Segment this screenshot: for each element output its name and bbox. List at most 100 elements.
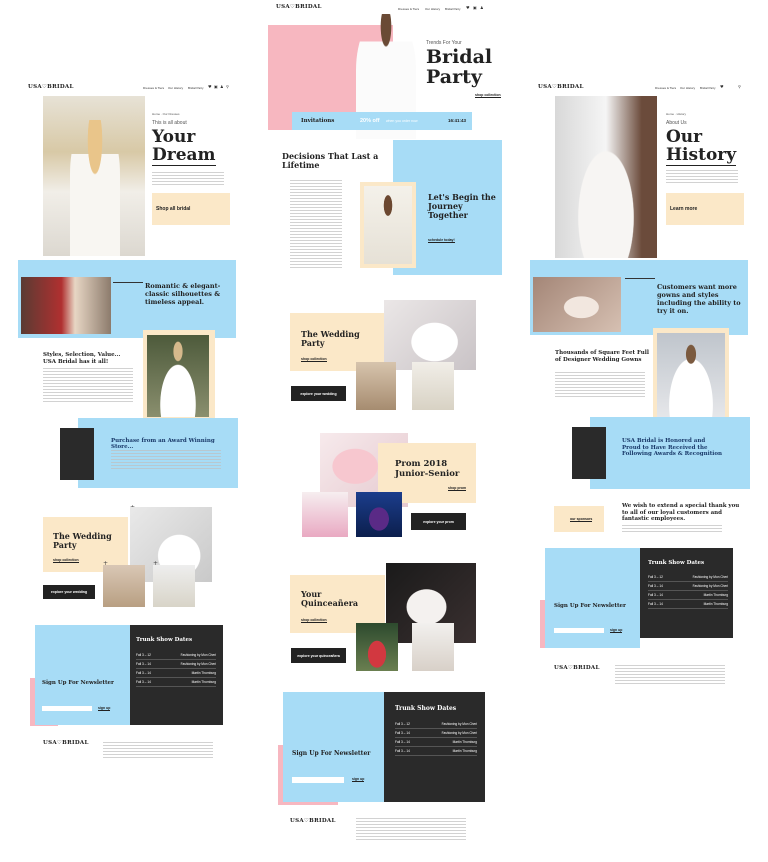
right-page: USA♡BRIDAL Dresses & Tiers Our History B…: [530, 80, 752, 700]
brand-logo[interactable]: USA♡BRIDAL: [276, 4, 322, 10]
hero-eyebrow: This is all about: [152, 120, 187, 126]
learn-more-link[interactable]: Learn more: [670, 206, 697, 212]
wedding-party-title: The Wedding Party: [53, 531, 112, 550]
nav-item-party[interactable]: Bridal Party: [188, 86, 204, 90]
plus-icon-3[interactable]: +: [153, 560, 158, 567]
quince-shop-collection[interactable]: shop collection: [301, 618, 327, 623]
explore-prom-button[interactable]: explore your prom: [411, 513, 466, 530]
trunk-row[interactable]: Fall 3 – 14 Martin Thornburg: [648, 600, 728, 609]
quince-red-photo: [356, 623, 398, 671]
explore-wedding-button[interactable]: explore your wedding: [291, 386, 346, 401]
award-logo-box: [572, 427, 606, 479]
footer-links: [103, 742, 213, 760]
newsletter-panel: [283, 692, 384, 802]
lace-back-photo: [533, 277, 621, 332]
newsletter-signup[interactable]: sign up: [98, 706, 111, 711]
newsletter-email-input[interactable]: [554, 628, 604, 633]
thousands-paragraph: [555, 372, 645, 398]
begin-journey-heading: Let's Begin the Journey Together: [428, 192, 496, 220]
search-icon[interactable]: ⚲: [226, 84, 229, 89]
heart-icon[interactable]: ♥: [720, 84, 724, 89]
trunk-row[interactable]: Fall 3 – 14 Fashioning by Mon Cheri: [648, 582, 728, 591]
newsletter-email-input[interactable]: [42, 706, 92, 711]
footer-logo[interactable]: USA♡BRIDAL: [290, 818, 336, 824]
heart-icon[interactable]: ♥: [208, 84, 212, 89]
trunk-list: Fall 3 – 12 Fashioning by Mon Cheri Fall …: [395, 720, 477, 756]
nav-item-history[interactable]: Our History: [168, 86, 183, 90]
nav-item-dresses[interactable]: Dresses & Tiers: [655, 86, 676, 90]
trunk-row[interactable]: Fall 3 – 14 Martin Thornburg: [395, 747, 477, 756]
hero-title-line2: Party: [426, 66, 482, 88]
cart-icon[interactable]: ▣: [214, 84, 218, 89]
newsletter-title: Sign Up For Newsletter: [292, 750, 371, 757]
brand-logo[interactable]: USA♡BRIDAL: [28, 84, 74, 90]
brand-logo[interactable]: USA♡BRIDAL: [538, 84, 584, 90]
trunk-title: Trunk Show Dates: [136, 637, 193, 643]
trunk-row[interactable]: Fall 3 – 14 Fashioning by Mon Cheri: [395, 729, 477, 738]
award-logo-box: [60, 428, 94, 480]
hero-paragraph: [666, 170, 738, 184]
user-icon[interactable]: ♟: [480, 5, 484, 10]
breadcrumb[interactable]: Home · History: [666, 112, 686, 116]
wedding-shop-collection[interactable]: shop collection: [53, 558, 79, 563]
plus-icon-2[interactable]: +: [103, 560, 108, 567]
hero-title-line1: Your: [152, 127, 196, 147]
trunk-row[interactable]: Fall 3 – 14 Martin Thornburg: [136, 678, 216, 687]
trunk-row[interactable]: Fall 3 – 14 Martin Thornburg: [395, 738, 477, 747]
heart-icon[interactable]: ♥: [466, 5, 470, 10]
newsletter-signup[interactable]: sign up: [610, 628, 623, 633]
customers-heading: Customers want more gowns and styles inc…: [657, 283, 741, 315]
hero-title-line1: Our: [666, 127, 703, 147]
trunk-row[interactable]: Fall 3 – 12 Fashioning by Mon Cheri: [136, 651, 216, 660]
styles-paragraph: [43, 368, 133, 404]
nav-item-party[interactable]: Bridal Party: [445, 7, 461, 11]
wedding-shop-collection[interactable]: shop collection: [301, 357, 327, 362]
trunk-row[interactable]: Fall 3 – 14 Martin Thornburg: [136, 669, 216, 678]
purchase-paragraph: [111, 450, 221, 470]
shop-all-bridal-link[interactable]: Shop all bridal: [156, 206, 190, 212]
purchase-heading: Purchase from an Award Winning Store...: [111, 438, 215, 450]
explore-quince-button[interactable]: explore your quinceañera: [291, 648, 346, 663]
middle-page: USA♡BRIDAL Dresses & Tiers Our History B…: [268, 0, 502, 862]
nav-item-dresses[interactable]: Dresses & Tiers: [143, 86, 164, 90]
romantic-rule: [113, 282, 143, 283]
honored-heading: USA Bridal is Honored and Proud to Have …: [622, 438, 722, 457]
countdown-timer: 16:41:43: [448, 118, 467, 123]
decisions-paragraph: [290, 180, 342, 270]
left-page: USA♡BRIDAL Dresses & Tiers Our History B…: [18, 80, 240, 780]
nav-item-history[interactable]: Our History: [680, 86, 695, 90]
hero-title-line2: Dream: [152, 145, 216, 166]
nav-item-history[interactable]: Our History: [425, 7, 440, 11]
our-sponsors-link[interactable]: our sponsors: [570, 517, 593, 522]
decisions-photo: [364, 186, 412, 264]
trunk-row[interactable]: Fall 3 – 14 Fashioning by Mon Cheri: [136, 660, 216, 669]
decisions-heading: Decisions That Last a Lifetime: [282, 151, 379, 170]
schedule-link[interactable]: schedule today!: [428, 238, 455, 243]
footer-logo[interactable]: USA♡BRIDAL: [43, 740, 89, 746]
footer-logo[interactable]: USA♡BRIDAL: [554, 665, 600, 671]
romantic-heading: Romantic & elegant-classic silhouettes &…: [145, 282, 221, 306]
shop-prom-link[interactable]: shop prom: [448, 486, 467, 491]
trunk-row[interactable]: Fall 3 – 12 Fashioning by Mon Cheri: [395, 720, 477, 729]
footer-links: [356, 818, 466, 840]
breadcrumb[interactable]: Home · Our Dresses: [152, 112, 180, 116]
trunk-list: Fall 3 – 12 Fashioning by Mon Cheri Fall …: [136, 651, 216, 687]
wedding-party-title: The Wedding Party: [301, 329, 360, 348]
newsletter-signup[interactable]: sign up: [352, 777, 365, 782]
styles-heading: Styles, Selection, Value... USA Bridal h…: [43, 352, 121, 365]
invitations-label[interactable]: Invitations: [301, 118, 334, 124]
bride-dancing-photo: [384, 300, 476, 370]
nav-item-party[interactable]: Bridal Party: [700, 86, 716, 90]
hero-title-line1: Bridal: [426, 46, 493, 68]
cart-icon[interactable]: ▣: [473, 5, 477, 10]
bridesmaid-photo-2: [153, 565, 195, 607]
hero-shop-collection[interactable]: shop collection: [475, 93, 501, 98]
trunk-row[interactable]: Fall 3 – 14 Martin Thornburg: [648, 591, 728, 600]
trunk-row[interactable]: Fall 3 – 12 Fashioning by Mon Cheri: [648, 573, 728, 582]
user-icon[interactable]: ♟: [220, 84, 224, 89]
search-icon[interactable]: ⚲: [738, 84, 741, 89]
newsletter-email-input[interactable]: [292, 777, 344, 783]
hero-bride-photo: [555, 96, 657, 258]
nav-item-dresses[interactable]: Dresses & Tiers: [398, 7, 419, 11]
explore-wedding-button[interactable]: explore your wedding: [43, 585, 95, 599]
